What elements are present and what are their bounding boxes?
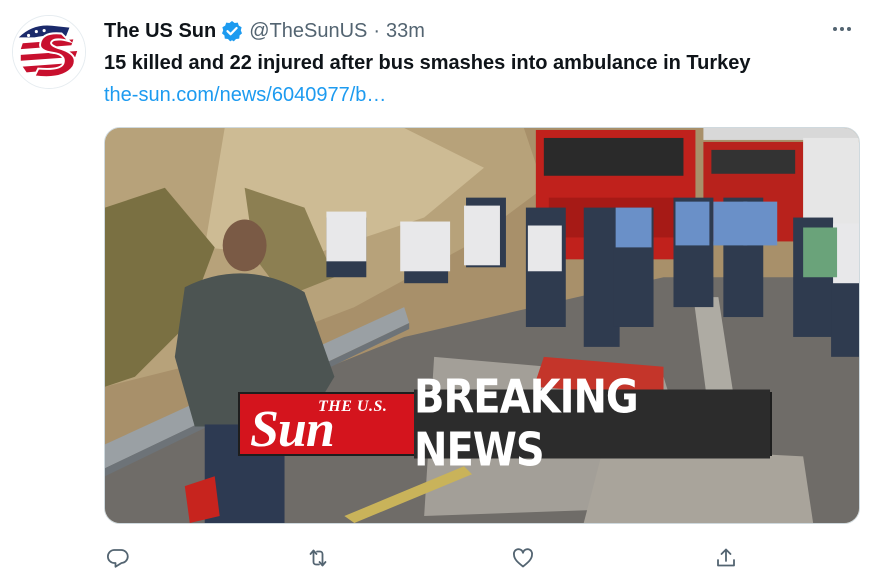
tweet-media-image[interactable]: THE U.S. Sun BREAKING NEWS bbox=[104, 127, 860, 524]
author-handle[interactable]: @TheSunUS bbox=[249, 20, 367, 43]
us-sun-banner-logo: THE U.S. Sun bbox=[240, 394, 414, 458]
author-name[interactable]: The US Sun bbox=[104, 20, 216, 43]
reply-button[interactable] bbox=[100, 540, 136, 576]
tweet-text: 15 killed and 22 injured after bus smash… bbox=[104, 52, 751, 74]
tweet-header: The US Sun @TheSunUS · 33m bbox=[104, 18, 857, 44]
timestamp[interactable]: 33m bbox=[386, 20, 425, 43]
more-options-button[interactable] bbox=[827, 16, 857, 42]
avatar[interactable] bbox=[12, 15, 86, 89]
tweet-link[interactable]: the-sun.com/news/6040977/b… bbox=[104, 84, 386, 107]
tweet-actions bbox=[104, 540, 744, 576]
breaking-news-text: BREAKING NEWS bbox=[414, 371, 770, 477]
reply-icon bbox=[107, 549, 129, 568]
like-button[interactable] bbox=[505, 540, 541, 576]
retweet-button[interactable] bbox=[300, 540, 336, 576]
us-sun-logo-icon bbox=[13, 16, 85, 88]
separator-dot: · bbox=[373, 19, 381, 42]
verified-badge-icon bbox=[221, 20, 243, 42]
more-horizontal-icon bbox=[833, 27, 851, 31]
breaking-news-banner: THE U.S. Sun BREAKING NEWS bbox=[238, 371, 772, 477]
like-icon bbox=[513, 548, 533, 568]
retweet-icon bbox=[309, 549, 327, 567]
share-icon bbox=[717, 548, 735, 567]
share-button[interactable] bbox=[708, 540, 744, 576]
banner-logo-big-text: Sun bbox=[250, 401, 335, 458]
